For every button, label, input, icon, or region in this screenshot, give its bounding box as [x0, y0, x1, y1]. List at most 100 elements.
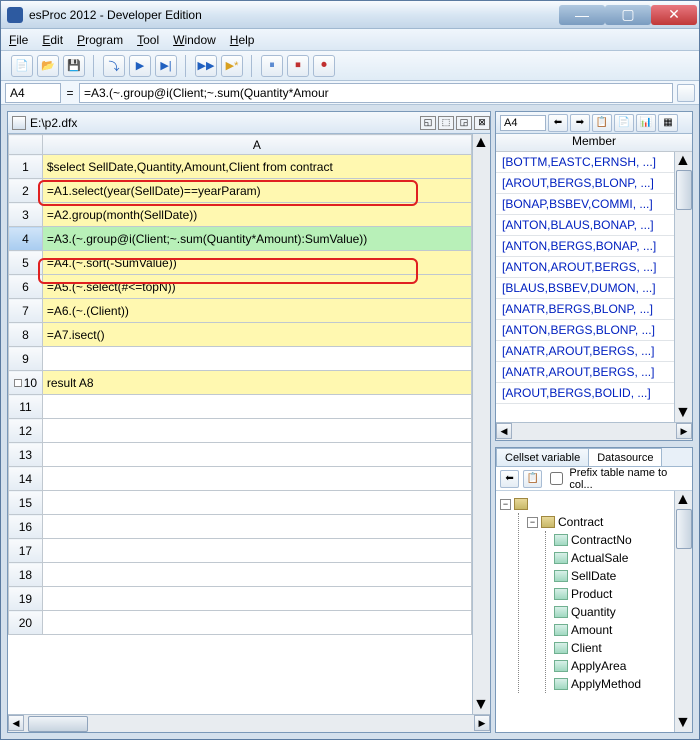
grid-cell[interactable] [42, 395, 471, 419]
menu-file[interactable]: File [9, 33, 28, 47]
member-paste-button[interactable]: 📄 [614, 114, 634, 132]
record-button[interactable]: ⏺ [313, 55, 335, 77]
tree-field[interactable]: Quantity [554, 603, 670, 621]
grid-horizontal-scrollbar[interactable]: ◀ ▶ [8, 714, 490, 732]
member-item[interactable]: [ANATR,AROUT,BERGS, ...] [496, 362, 674, 383]
member-item[interactable]: [BLAUS,BSBEV,DUMON, ...] [496, 278, 674, 299]
grid-cell[interactable] [42, 611, 471, 635]
row-header[interactable]: 18 [9, 563, 43, 587]
doc-min-button[interactable]: ◱ [420, 116, 436, 130]
grid-cell[interactable] [42, 563, 471, 587]
menu-help[interactable]: Help [230, 33, 255, 47]
ds-copy-button[interactable]: 📋 [523, 470, 542, 488]
fast-forward-button[interactable]: ▶▶ [195, 55, 217, 77]
row-header[interactable]: 6 [9, 275, 43, 299]
grid-cell[interactable] [42, 347, 471, 371]
pause-button[interactable]: ⏸ [261, 55, 283, 77]
member-table-button[interactable]: ▦ [658, 114, 678, 132]
open-button[interactable]: 📂 [37, 55, 59, 77]
member-item[interactable]: [BONAP,BSBEV,COMMI, ...] [496, 194, 674, 215]
row-header[interactable]: 8 [9, 323, 43, 347]
member-item[interactable]: [AROUT,BERGS,BLONP, ...] [496, 173, 674, 194]
member-item[interactable]: [ANTON,BLAUS,BONAP, ...] [496, 215, 674, 236]
collapse-icon[interactable]: − [527, 517, 538, 528]
row-header[interactable]: 2 [9, 179, 43, 203]
row-header[interactable]: 12 [9, 419, 43, 443]
close-button[interactable]: ✕ [651, 5, 697, 25]
grid-vertical-scrollbar[interactable]: ▲ ▼ [472, 134, 490, 714]
row-header[interactable]: 15 [9, 491, 43, 515]
grid-cell[interactable]: =A6.(~.(Client)) [42, 299, 471, 323]
row-header[interactable]: 3 [9, 203, 43, 227]
grid-cell[interactable] [42, 539, 471, 563]
member-item[interactable]: [ANTON,AROUT,BERGS, ...] [496, 257, 674, 278]
new-button[interactable]: 📄 [11, 55, 33, 77]
row-header[interactable]: 10 [9, 371, 43, 395]
scroll-left-icon[interactable]: ◀ [8, 715, 24, 731]
scroll-thumb[interactable] [676, 509, 692, 549]
ds-back-button[interactable]: ⬅ [500, 470, 519, 488]
scroll-right-icon[interactable]: ▶ [474, 715, 490, 731]
grid-cell[interactable]: =A3.(~.group@i(Client;~.sum(Quantity*Amo… [42, 227, 471, 251]
row-header[interactable]: 1 [9, 155, 43, 179]
grid-corner[interactable] [9, 135, 43, 155]
row-header[interactable]: 19 [9, 587, 43, 611]
tree-field[interactable]: ContractNo [554, 531, 670, 549]
scroll-down-icon[interactable]: ▼ [675, 404, 692, 422]
member-item[interactable]: [BOTTM,EASTC,ERNSH, ...] [496, 152, 674, 173]
tree-field[interactable]: Client [554, 639, 670, 657]
tree-field[interactable]: ActualSale [554, 549, 670, 567]
grid-cell[interactable] [42, 491, 471, 515]
tree-field[interactable]: SellDate [554, 567, 670, 585]
skip-button[interactable]: ▶* [221, 55, 243, 77]
tree-field[interactable]: Product [554, 585, 670, 603]
row-header[interactable]: 17 [9, 539, 43, 563]
cell-grid[interactable]: A 1$select SellDate,Quantity,Amount,Clie… [8, 134, 472, 714]
member-item[interactable]: [ANTON,BERGS,BLONP, ...] [496, 320, 674, 341]
scroll-down-icon[interactable]: ▼ [473, 696, 490, 714]
tab-cellset-variable[interactable]: Cellset variable [496, 448, 589, 466]
row-header[interactable]: 4 [9, 227, 43, 251]
row-header[interactable]: 7 [9, 299, 43, 323]
grid-cell[interactable] [42, 467, 471, 491]
member-item[interactable]: [AROUT,BERGS,BOLID, ...] [496, 383, 674, 404]
scroll-down-icon[interactable]: ▼ [675, 714, 692, 732]
scroll-up-icon[interactable]: ▲ [675, 491, 692, 509]
menu-window[interactable]: Window [173, 33, 216, 47]
tab-datasource[interactable]: Datasource [588, 448, 662, 466]
run-button[interactable]: ▶ [129, 55, 151, 77]
nav-back-button[interactable]: ⬅ [548, 114, 568, 132]
member-copy-button[interactable]: 📋 [592, 114, 612, 132]
grid-cell[interactable]: =A1.select(year(SellDate)==yearParam) [42, 179, 471, 203]
menu-edit[interactable]: Edit [42, 33, 63, 47]
menu-tool[interactable]: Tool [137, 33, 159, 47]
grid-cell[interactable]: =A5.(~.select(#<=topN)) [42, 275, 471, 299]
member-list[interactable]: [BOTTM,EASTC,ERNSH, ...][AROUT,BERGS,BLO… [496, 152, 674, 422]
grid-cell[interactable]: $select SellDate,Quantity,Amount,Client … [42, 155, 471, 179]
column-header-a[interactable]: A [42, 135, 471, 155]
collapse-icon[interactable]: − [500, 499, 511, 510]
formula-expand-button[interactable] [677, 84, 695, 102]
row-header[interactable]: 13 [9, 443, 43, 467]
member-item[interactable]: [ANTON,BERGS,BONAP, ...] [496, 236, 674, 257]
save-button[interactable]: 💾 [63, 55, 85, 77]
prefix-checkbox[interactable] [550, 472, 563, 485]
row-header[interactable]: 11 [9, 395, 43, 419]
nav-forward-button[interactable]: ➡ [570, 114, 590, 132]
grid-cell[interactable] [42, 419, 471, 443]
menu-program[interactable]: Program [77, 33, 123, 47]
grid-cell[interactable] [42, 587, 471, 611]
doc-max-button[interactable]: ◲ [456, 116, 472, 130]
row-header[interactable]: 14 [9, 467, 43, 491]
stop-button[interactable]: ⏹ [287, 55, 309, 77]
grid-cell[interactable]: result A8 [42, 371, 471, 395]
scroll-up-icon[interactable]: ▲ [473, 134, 490, 152]
scroll-up-icon[interactable]: ▲ [675, 152, 692, 170]
scroll-left-icon[interactable]: ◀ [496, 423, 512, 439]
tree-root[interactable]: − [500, 495, 670, 513]
grid-cell[interactable]: =A4.(~.sort(-SumValue)) [42, 251, 471, 275]
row-header[interactable]: 5 [9, 251, 43, 275]
tree-field[interactable]: ApplyArea [554, 657, 670, 675]
tree-field[interactable]: Amount [554, 621, 670, 639]
member-item[interactable]: [ANATR,BERGS,BLONP, ...] [496, 299, 674, 320]
